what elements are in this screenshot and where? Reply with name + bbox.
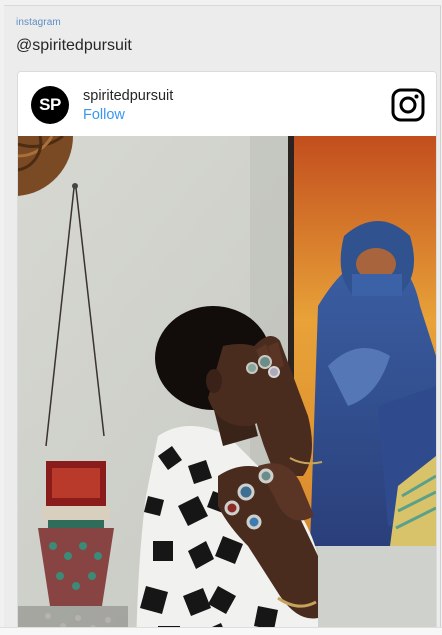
instagram-logo-icon[interactable] [391,88,425,122]
instagram-embed-frame: instagram @spiritedpursuit SP spiritedpu… [4,5,441,631]
avatar-initials: SP [39,95,61,114]
instagram-post-card: SP spiritedpursuit Follow [17,71,437,631]
handle-title: @spiritedpursuit [16,37,132,54]
source-label: instagram [16,17,61,28]
post-header: SP spiritedpursuit Follow [18,72,436,136]
post-photo-illustration [18,136,436,631]
follow-button[interactable]: Follow [83,107,125,123]
avatar[interactable]: SP [31,86,69,124]
post-photo[interactable] [18,136,436,631]
username-link[interactable]: spiritedpursuit [83,88,173,104]
